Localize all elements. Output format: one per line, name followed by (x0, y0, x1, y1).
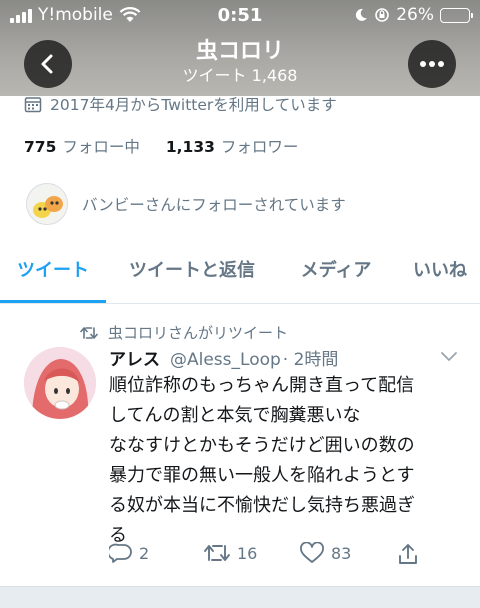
followers-count: 1,133 (165, 138, 215, 156)
tweet-line: してんの割と本気で胸糞悪いな (109, 405, 361, 426)
tweet-separator (0, 586, 480, 608)
follow-stats: 775 フォロー中 1,133 フォロワー (24, 135, 298, 157)
reply-icon (109, 543, 132, 563)
tweet-author-name[interactable]: アレス (109, 345, 160, 370)
following-link[interactable]: 775 フォロー中 (24, 135, 140, 157)
followers-link[interactable]: 1,133 フォロワー (166, 135, 299, 157)
followed-by-text: バンビーさんにフォローされています (82, 196, 346, 214)
tweet-author-handle[interactable]: @Aless_Loop (170, 350, 281, 370)
tweet-text: 順位詐称のもっちゃん開き直って配信 してんの割と本気で胸糞悪いな ななすけとかも… (109, 371, 457, 551)
share-button[interactable] (397, 542, 419, 566)
tweet-line: ななすけとかもそうだけど囲いの数の (109, 435, 415, 456)
retweet-count: 16 (237, 543, 258, 563)
orientation-lock-icon (375, 8, 390, 22)
tweet-timestamp: · 2時間 (282, 350, 339, 370)
followed-by[interactable]: バンビーさんにフォローされています (26, 183, 346, 225)
tweet-author-avatar[interactable] (24, 347, 96, 419)
reply-count: 2 (139, 543, 150, 563)
retweet-context: 虫コロリさんがリツイート (80, 322, 288, 343)
tab-media[interactable]: メディア (284, 240, 388, 302)
battery-percent: 26% (396, 5, 434, 25)
tweet-actions: 2 16 83 (109, 542, 429, 572)
following-label: フォロー中 (62, 138, 140, 156)
reply-button[interactable]: 2 (109, 542, 149, 564)
status-right: 26% (354, 5, 473, 25)
heart-icon (300, 542, 324, 563)
more-dots-icon (420, 61, 444, 67)
calendar-icon (24, 97, 42, 113)
tab-tweets-and-replies[interactable]: ツイートと返信 (116, 240, 268, 302)
share-icon (399, 544, 417, 564)
active-tab-indicator (0, 300, 106, 303)
joined-date: 2017年4月からTwitterを利用しています (24, 93, 337, 115)
battery-icon (440, 7, 473, 23)
tab-tweets[interactable]: ツイート (0, 240, 106, 302)
follower-avatar (26, 183, 68, 225)
followers-label: フォロワー (220, 138, 299, 156)
chevron-down-icon[interactable] (440, 350, 458, 362)
more-options-button[interactable] (408, 40, 456, 88)
retweet-icon (80, 326, 98, 339)
retweeted-by-text: 虫コロリさんがリツイート (108, 324, 289, 342)
like-button[interactable]: 83 (299, 542, 351, 564)
tab-likes[interactable]: いいね (400, 240, 480, 302)
joined-text: 2017年4月からTwitterを利用しています (50, 96, 337, 114)
tweet-header: アレス @Aless_Loop · 2時間 (109, 345, 338, 370)
retweet-icon (204, 545, 230, 561)
like-count: 83 (331, 543, 352, 563)
tweet-line: 順位詐称のもっちゃん開き直って配信 (109, 375, 415, 396)
status-bar: Y!mobile 0:51 26% (0, 0, 480, 32)
profile-tabs: ツイート ツイートと返信 メディア いいね (0, 240, 480, 304)
profile-header: Y!mobile 0:51 26% 虫コロリ ツイート 1,468 (0, 0, 480, 96)
tweet-line: る奴が本当に不愉快だし気持ち悪過ぎ (109, 495, 415, 516)
following-count: 775 (24, 138, 57, 156)
retweet-button[interactable]: 16 (203, 542, 257, 564)
tweet-line: 暴力で罪の無い一般人を陥れようとす (109, 465, 415, 486)
moon-icon (356, 8, 368, 21)
